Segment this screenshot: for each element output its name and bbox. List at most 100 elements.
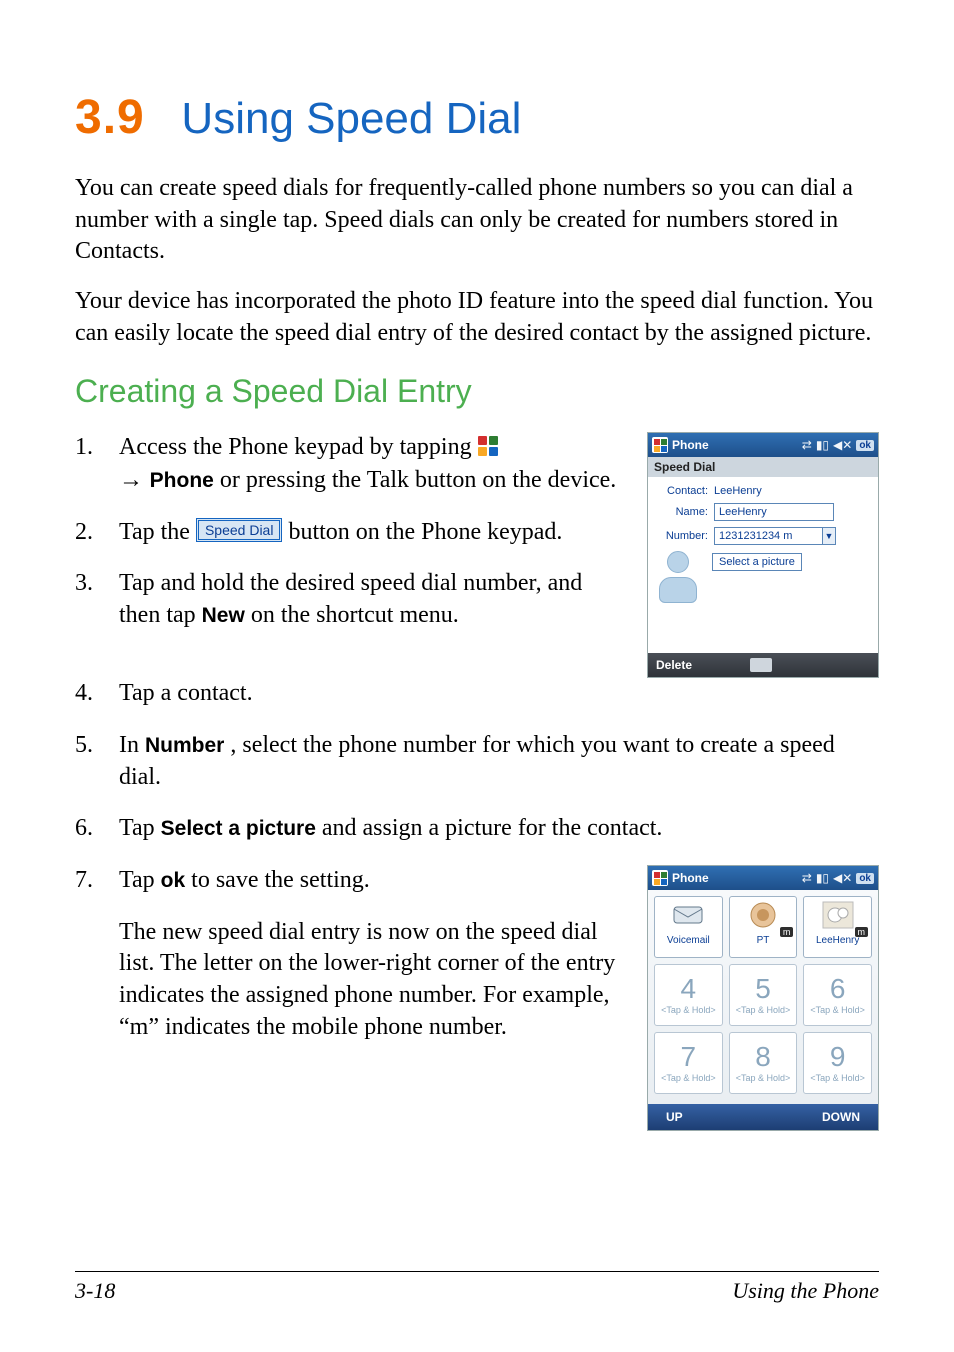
ok-button[interactable]: ok — [856, 873, 874, 884]
speed-dial-slot[interactable]: 6 <Tap & Hold> — [803, 964, 872, 1026]
contact-value: LeeHenry — [714, 485, 870, 497]
connectivity-icon: ⇄ — [802, 871, 812, 885]
softkey-bar: Delete — [648, 653, 878, 677]
contact-avatar-placeholder — [656, 551, 700, 607]
step-item: 6. Tap Select a picture and assign a pic… — [75, 813, 879, 845]
new-label: New — [202, 604, 245, 627]
slot-number: 8 — [730, 1043, 797, 1071]
step-text: , select the phone number for which you … — [119, 732, 835, 790]
step-text: Tap a contact. — [119, 678, 879, 710]
speed-dial-slot[interactable]: 4 <Tap & Hold> — [654, 964, 723, 1026]
ok-label: ok — [161, 869, 186, 892]
step-item: 2. Tap the Speed Dial button on the Phon… — [75, 517, 625, 549]
speed-dial-slot[interactable]: 7 <Tap & Hold> — [654, 1032, 723, 1094]
tap-hold-hint: <Tap & Hold> — [804, 1005, 871, 1015]
intro-paragraph: Your device has incorporated the photo I… — [75, 286, 879, 349]
step-item: 7. Tap ok to save the setting. — [75, 865, 625, 897]
step-number: 5. — [75, 730, 119, 793]
contact-label: Contact: — [656, 485, 714, 497]
delete-softkey[interactable]: Delete — [656, 658, 692, 672]
steps-list: 4. Tap a contact. 5. In Number , select … — [75, 678, 879, 845]
step-item: 1. Access the Phone keypad by tapping → … — [75, 432, 625, 496]
tile-caption: Voicemail — [655, 935, 722, 946]
voicemail-icon — [655, 897, 722, 933]
start-menu-icon[interactable] — [652, 870, 668, 886]
step-text: and assign a picture for the contact. — [322, 815, 663, 841]
phone-type-badge: m — [780, 927, 794, 937]
page-number: 3-18 — [75, 1278, 115, 1304]
speed-dial-tile[interactable]: m PT — [729, 896, 798, 958]
ok-button[interactable]: ok — [856, 440, 874, 451]
step-number: 3. — [75, 568, 119, 631]
step-text: Tap — [119, 867, 161, 893]
tap-hold-hint: <Tap & Hold> — [804, 1073, 871, 1083]
arrow-icon: → — [119, 466, 150, 493]
steps-list: 7. Tap ok to save the setting. — [75, 865, 625, 897]
step-text: button on the Phone keypad. — [288, 519, 562, 545]
screenshot-speed-dial-grid: Phone ⇄ ▮▯ ◀✕ ok Voicemail — [647, 865, 879, 1131]
speed-dial-slot[interactable]: 8 <Tap & Hold> — [729, 1032, 798, 1094]
number-select[interactable]: 1231231234 m — [714, 527, 822, 545]
window-title: Phone — [672, 438, 709, 452]
slot-number: 5 — [730, 975, 797, 1003]
tap-hold-hint: <Tap & Hold> — [730, 1073, 797, 1083]
step-number: 7. — [75, 865, 119, 897]
step-text: Tap — [119, 815, 161, 841]
select-picture-label: Select a picture — [161, 817, 316, 840]
step-item: 3. Tap and hold the desired speed dial n… — [75, 568, 625, 631]
name-label: Name: — [656, 506, 714, 518]
step-item: 4. Tap a contact. — [75, 678, 879, 710]
select-picture-button[interactable]: Select a picture — [712, 553, 802, 571]
step-text: In — [119, 732, 145, 758]
speed-dial-tile-voicemail[interactable]: Voicemail — [654, 896, 723, 958]
window-titlebar: Phone ⇄ ▮▯ ◀✕ ok — [648, 433, 878, 457]
page-footer: 3-18 Using the Phone — [75, 1271, 879, 1304]
start-menu-icon — [478, 436, 498, 456]
tap-hold-hint: <Tap & Hold> — [655, 1005, 722, 1015]
volume-icon: ◀✕ — [833, 438, 852, 452]
speed-dial-slot[interactable]: 5 <Tap & Hold> — [729, 964, 798, 1026]
speed-dial-tile[interactable]: m LeeHenry — [803, 896, 872, 958]
slot-number: 7 — [655, 1043, 722, 1071]
phone-type-badge: m — [855, 927, 869, 937]
step-text: on the shortcut menu. — [251, 602, 459, 628]
down-softkey[interactable]: DOWN — [822, 1110, 860, 1124]
signal-icon: ▮▯ — [816, 871, 829, 885]
tap-hold-hint: <Tap & Hold> — [730, 1005, 797, 1015]
screen-header: Speed Dial — [648, 457, 878, 477]
slot-number: 6 — [804, 975, 871, 1003]
step-number: 4. — [75, 678, 119, 710]
speed-dial-slot[interactable]: 9 <Tap & Hold> — [803, 1032, 872, 1094]
subsection-heading: Creating a Speed Dial Entry — [75, 373, 879, 410]
number-label: Number: — [656, 530, 714, 542]
chevron-down-icon[interactable]: ▼ — [822, 527, 836, 545]
volume-icon: ◀✕ — [833, 871, 852, 885]
slot-number: 4 — [655, 975, 722, 1003]
step-text: or pressing the Talk button on the devic… — [220, 467, 616, 493]
step-number: 2. — [75, 517, 119, 549]
section-title: Using Speed Dial — [181, 94, 521, 143]
softkey-bar: UP DOWN — [648, 1104, 878, 1130]
step-text: to save the setting. — [191, 867, 370, 893]
intro-paragraph: You can create speed dials for frequentl… — [75, 173, 879, 268]
step-note: The new speed dial entry is now on the s… — [119, 917, 625, 1044]
name-field[interactable]: LeeHenry — [714, 503, 834, 521]
window-titlebar: Phone ⇄ ▮▯ ◀✕ ok — [648, 866, 878, 890]
screenshot-speed-dial-form: Phone ⇄ ▮▯ ◀✕ ok Speed Dial Contact: Lee… — [647, 432, 879, 678]
step-number: 6. — [75, 813, 119, 845]
steps-list: 1. Access the Phone keypad by tapping → … — [75, 432, 625, 631]
signal-icon: ▮▯ — [816, 438, 829, 452]
slot-number: 9 — [804, 1043, 871, 1071]
step-text: Tap the — [119, 519, 196, 545]
connectivity-icon: ⇄ — [802, 438, 812, 452]
step-number: 1. — [75, 432, 119, 496]
up-softkey[interactable]: UP — [666, 1110, 683, 1124]
speed-dial-button-chip: Speed Dial — [196, 518, 283, 542]
window-title: Phone — [672, 871, 709, 885]
section-heading: 3.9 Using Speed Dial — [75, 90, 879, 145]
step-text: Access the Phone keypad by tapping — [119, 434, 478, 460]
keyboard-icon[interactable] — [750, 658, 772, 672]
start-menu-icon[interactable] — [652, 437, 668, 453]
number-label: Number — [145, 734, 224, 757]
tap-hold-hint: <Tap & Hold> — [655, 1073, 722, 1083]
